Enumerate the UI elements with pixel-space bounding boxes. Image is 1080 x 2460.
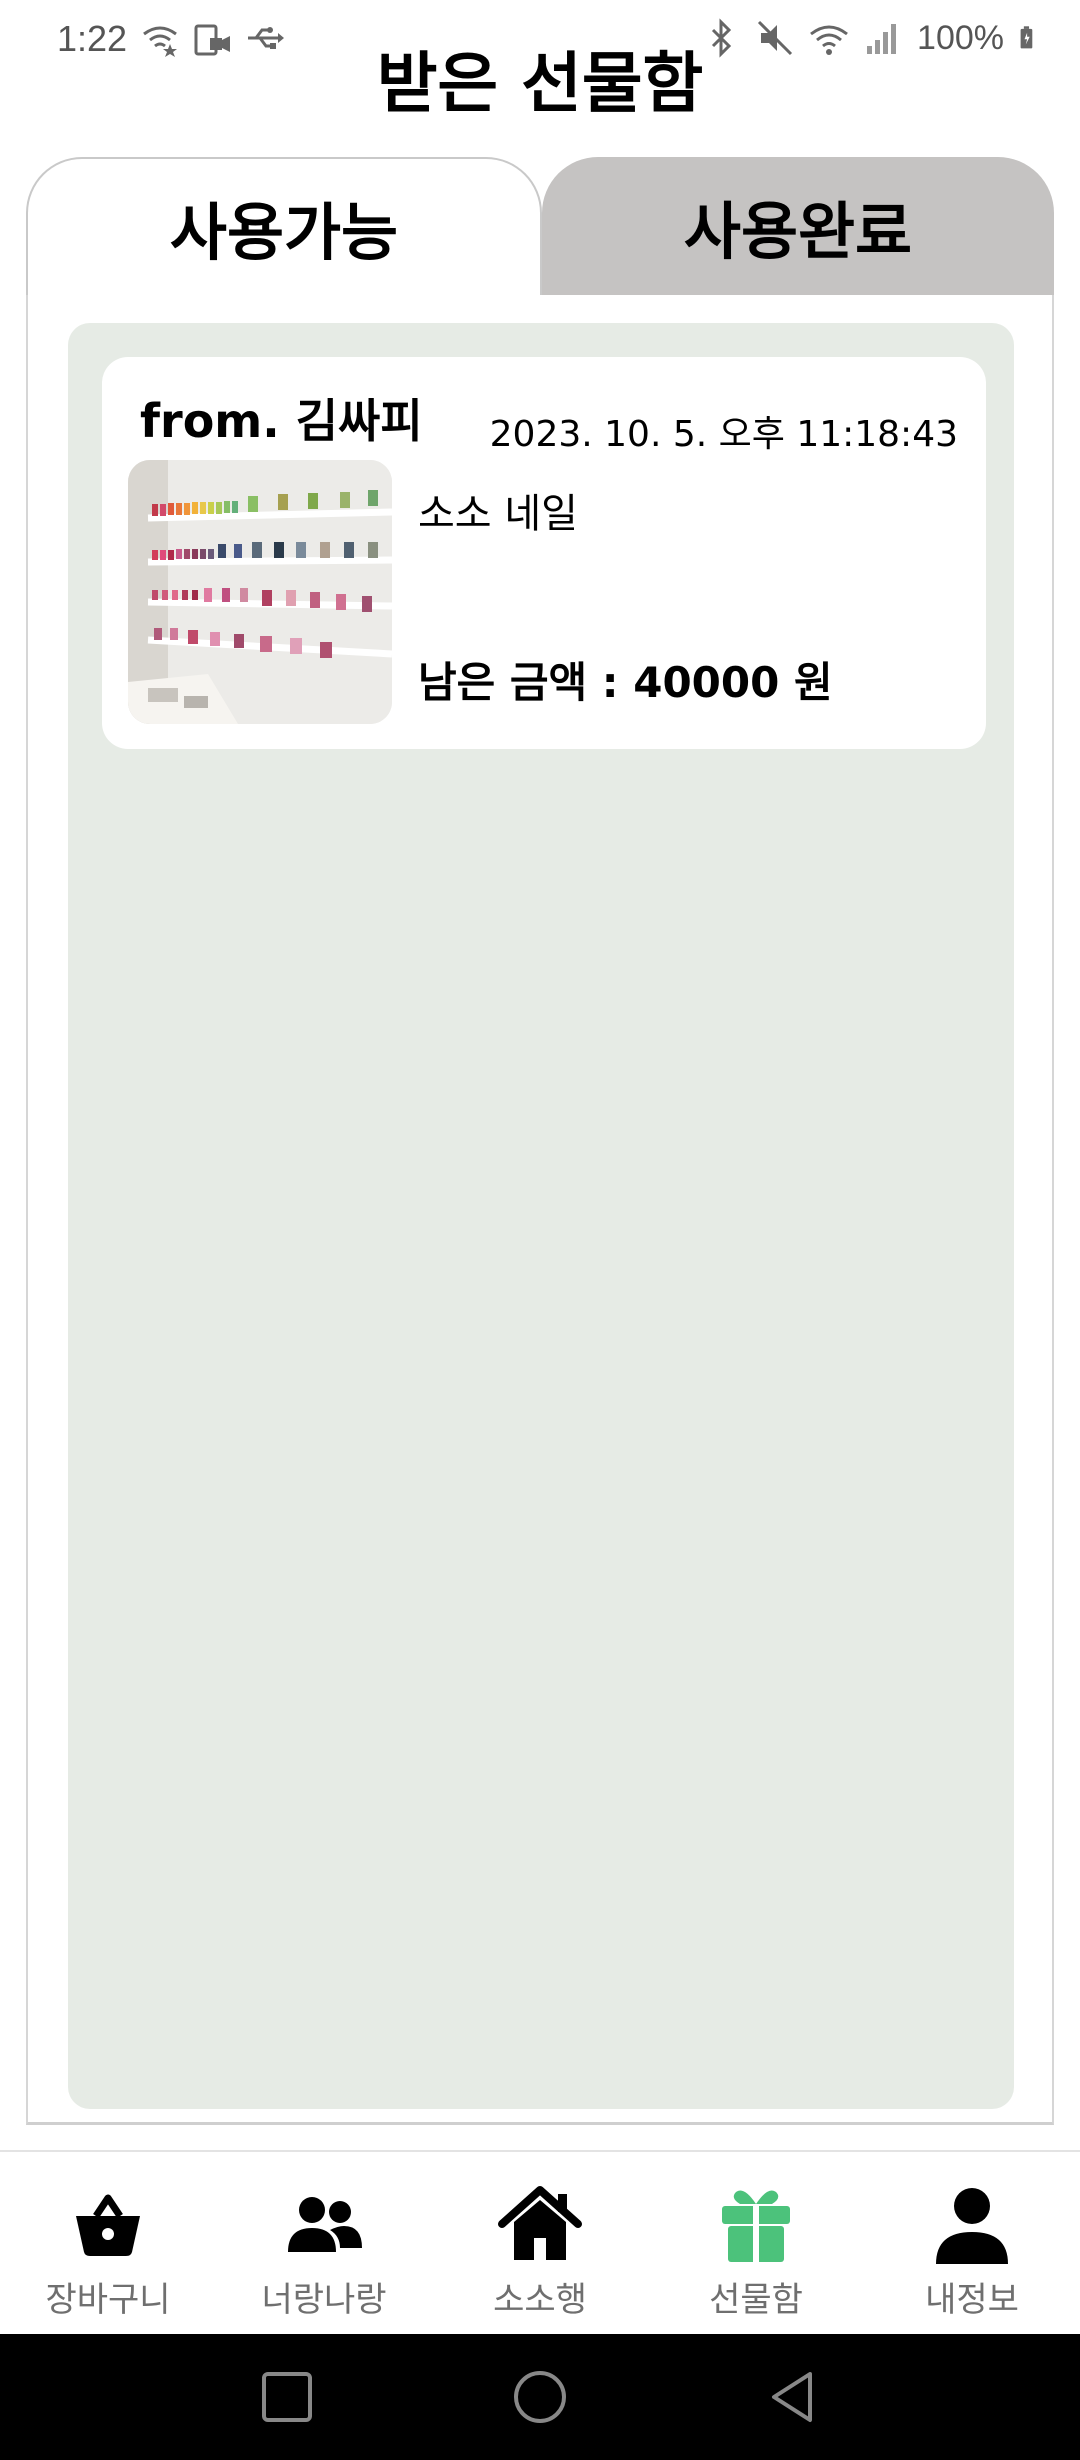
page-title: 받은 선물함 — [376, 45, 704, 122]
gift-image — [128, 460, 392, 724]
gift-name: 소소 네일 — [418, 491, 578, 537]
nav-label-profile: 내정보 — [925, 2280, 1019, 2320]
nail-polish-shelf-image — [128, 460, 392, 724]
gift-icon — [722, 2190, 790, 2262]
nav-item-gift[interactable]: 선물함 — [648, 2152, 864, 2334]
gift-sender: from. 김싸피 — [140, 394, 423, 448]
home-circle-icon[interactable] — [505, 2362, 575, 2432]
gift-list-panel: from. 김싸피 2023. 10. 5. 오후 11:18:43 소소 네일… — [26, 295, 1054, 2125]
home-icon — [498, 2186, 582, 2260]
person-icon — [936, 2188, 1008, 2264]
tab-used[interactable]: 사용완료 — [542, 157, 1054, 295]
system-nav-bar — [0, 2334, 1080, 2460]
bottom-nav: 장바구니 너랑나랑 소소행 선물함 내정보 — [0, 2150, 1080, 2334]
nav-item-cart[interactable]: 장바구니 — [0, 2152, 216, 2334]
nav-label-cart: 장바구니 — [45, 2280, 171, 2320]
gift-date: 2023. 10. 5. 오후 11:18:43 — [489, 414, 958, 455]
nav-item-profile[interactable]: 내정보 — [864, 2152, 1080, 2334]
gift-list[interactable]: from. 김싸피 2023. 10. 5. 오후 11:18:43 소소 네일… — [68, 323, 1014, 2109]
back-icon[interactable] — [758, 2362, 828, 2432]
recents-icon[interactable] — [252, 2362, 322, 2432]
nav-label-home: 소소행 — [493, 2280, 587, 2320]
nav-label-gift: 선물함 — [709, 2280, 803, 2320]
nav-item-together[interactable]: 너랑나랑 — [216, 2152, 432, 2334]
gift-card[interactable]: from. 김싸피 2023. 10. 5. 오후 11:18:43 소소 네일… — [102, 357, 986, 749]
gift-remaining-amount: 남은 금액 : 40000 원 — [418, 658, 833, 707]
tab-available[interactable]: 사용가능 — [26, 157, 542, 295]
nav-label-together: 너랑나랑 — [261, 2280, 387, 2320]
people-icon — [288, 2197, 362, 2252]
nav-item-home[interactable]: 소소행 — [432, 2152, 648, 2334]
tab-bar: 사용가능 사용완료 — [26, 157, 1054, 295]
basket-icon — [76, 2194, 140, 2256]
